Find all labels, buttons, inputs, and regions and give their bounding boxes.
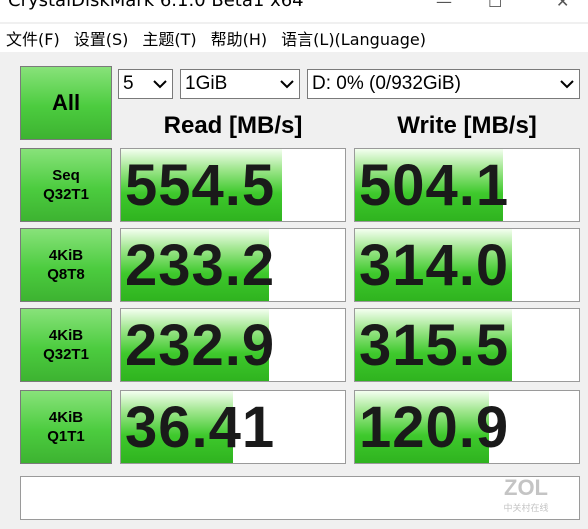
comment-field[interactable]: ZOL 中关村在线 bbox=[20, 475, 580, 520]
zol-watermark-logo: ZOL 中关村在线 bbox=[491, 475, 561, 515]
chevron-down-icon bbox=[153, 80, 167, 89]
read-value: 233.2 bbox=[125, 232, 276, 298]
write-value: 314.0 bbox=[359, 232, 510, 298]
watermark-brand: ZOL bbox=[504, 475, 548, 500]
count-value: 5 bbox=[123, 73, 134, 94]
write-value: 504.1 bbox=[359, 152, 510, 218]
menu-language[interactable]: 语言(L)(Language) bbox=[281, 26, 426, 50]
chevron-down-icon bbox=[560, 80, 574, 89]
read-result: 233.2 bbox=[120, 228, 346, 302]
test-label-line1: 4KiB bbox=[48, 247, 84, 264]
read-result: 554.5 bbox=[120, 148, 346, 222]
size-value: 1GiB bbox=[185, 73, 228, 94]
write-result: 504.1 bbox=[354, 148, 580, 222]
read-result: 232.9 bbox=[120, 308, 346, 382]
minimize-icon[interactable]: — bbox=[436, 0, 452, 11]
test-label-line2: Q8T8 bbox=[47, 266, 85, 283]
test-label-line1: Seq bbox=[52, 167, 80, 184]
read-header: Read [MB/s] bbox=[163, 112, 303, 139]
test-label-line2: Q32T1 bbox=[43, 186, 89, 203]
write-result: 314.0 bbox=[354, 228, 580, 302]
title-bar: CrystalDiskMark 6.1.0 Beta1 x64 — ☐ ✕ bbox=[0, 0, 588, 22]
write-result: 315.5 bbox=[354, 308, 580, 382]
write-header: Write [MB/s] bbox=[397, 112, 537, 139]
write-value: 120.9 bbox=[359, 394, 510, 460]
test-label-line2: Q1T1 bbox=[47, 428, 85, 445]
test-button-4kib-q8t8[interactable]: 4KiB Q8T8 bbox=[20, 228, 112, 302]
maximize-icon[interactable]: ☐ bbox=[488, 0, 502, 11]
size-select[interactable]: 1GiB bbox=[180, 69, 300, 99]
drive-value: D: 0% (0/932GiB) bbox=[312, 73, 461, 94]
window-title: CrystalDiskMark 6.1.0 Beta1 x64 bbox=[8, 0, 304, 11]
all-button[interactable]: All bbox=[20, 66, 112, 140]
test-button-4kib-q32t1[interactable]: 4KiB Q32T1 bbox=[20, 308, 112, 382]
count-select[interactable]: 5 bbox=[118, 69, 173, 99]
menu-settings[interactable]: 设置(S) bbox=[74, 26, 129, 50]
test-label-line1: 4KiB bbox=[48, 327, 84, 344]
test-label-line2: Q32T1 bbox=[43, 346, 89, 363]
read-value: 232.9 bbox=[125, 312, 276, 378]
test-button-seq-q32t1[interactable]: Seq Q32T1 bbox=[20, 148, 112, 222]
write-result: 120.9 bbox=[354, 390, 580, 464]
test-label-line1: 4KiB bbox=[48, 409, 84, 426]
close-icon[interactable]: ✕ bbox=[556, 0, 569, 11]
menu-theme[interactable]: 主题(T) bbox=[142, 26, 196, 50]
watermark-subtitle: 中关村在线 bbox=[503, 504, 549, 514]
menu-help[interactable]: 帮助(H) bbox=[211, 26, 268, 50]
read-result: 36.41 bbox=[120, 390, 346, 464]
test-button-4kib-q1t1[interactable]: 4KiB Q1T1 bbox=[20, 390, 112, 464]
menu-bar: 文件(F) 设置(S) 主题(T) 帮助(H) 语言(L)(Language) bbox=[0, 24, 588, 52]
drive-select[interactable]: D: 0% (0/932GiB) bbox=[307, 69, 580, 99]
read-value: 554.5 bbox=[125, 152, 276, 218]
read-value: 36.41 bbox=[125, 394, 276, 460]
menu-file[interactable]: 文件(F) bbox=[6, 26, 60, 50]
chevron-down-icon bbox=[280, 80, 294, 89]
all-button-label: All bbox=[51, 90, 81, 115]
write-value: 315.5 bbox=[359, 312, 510, 378]
